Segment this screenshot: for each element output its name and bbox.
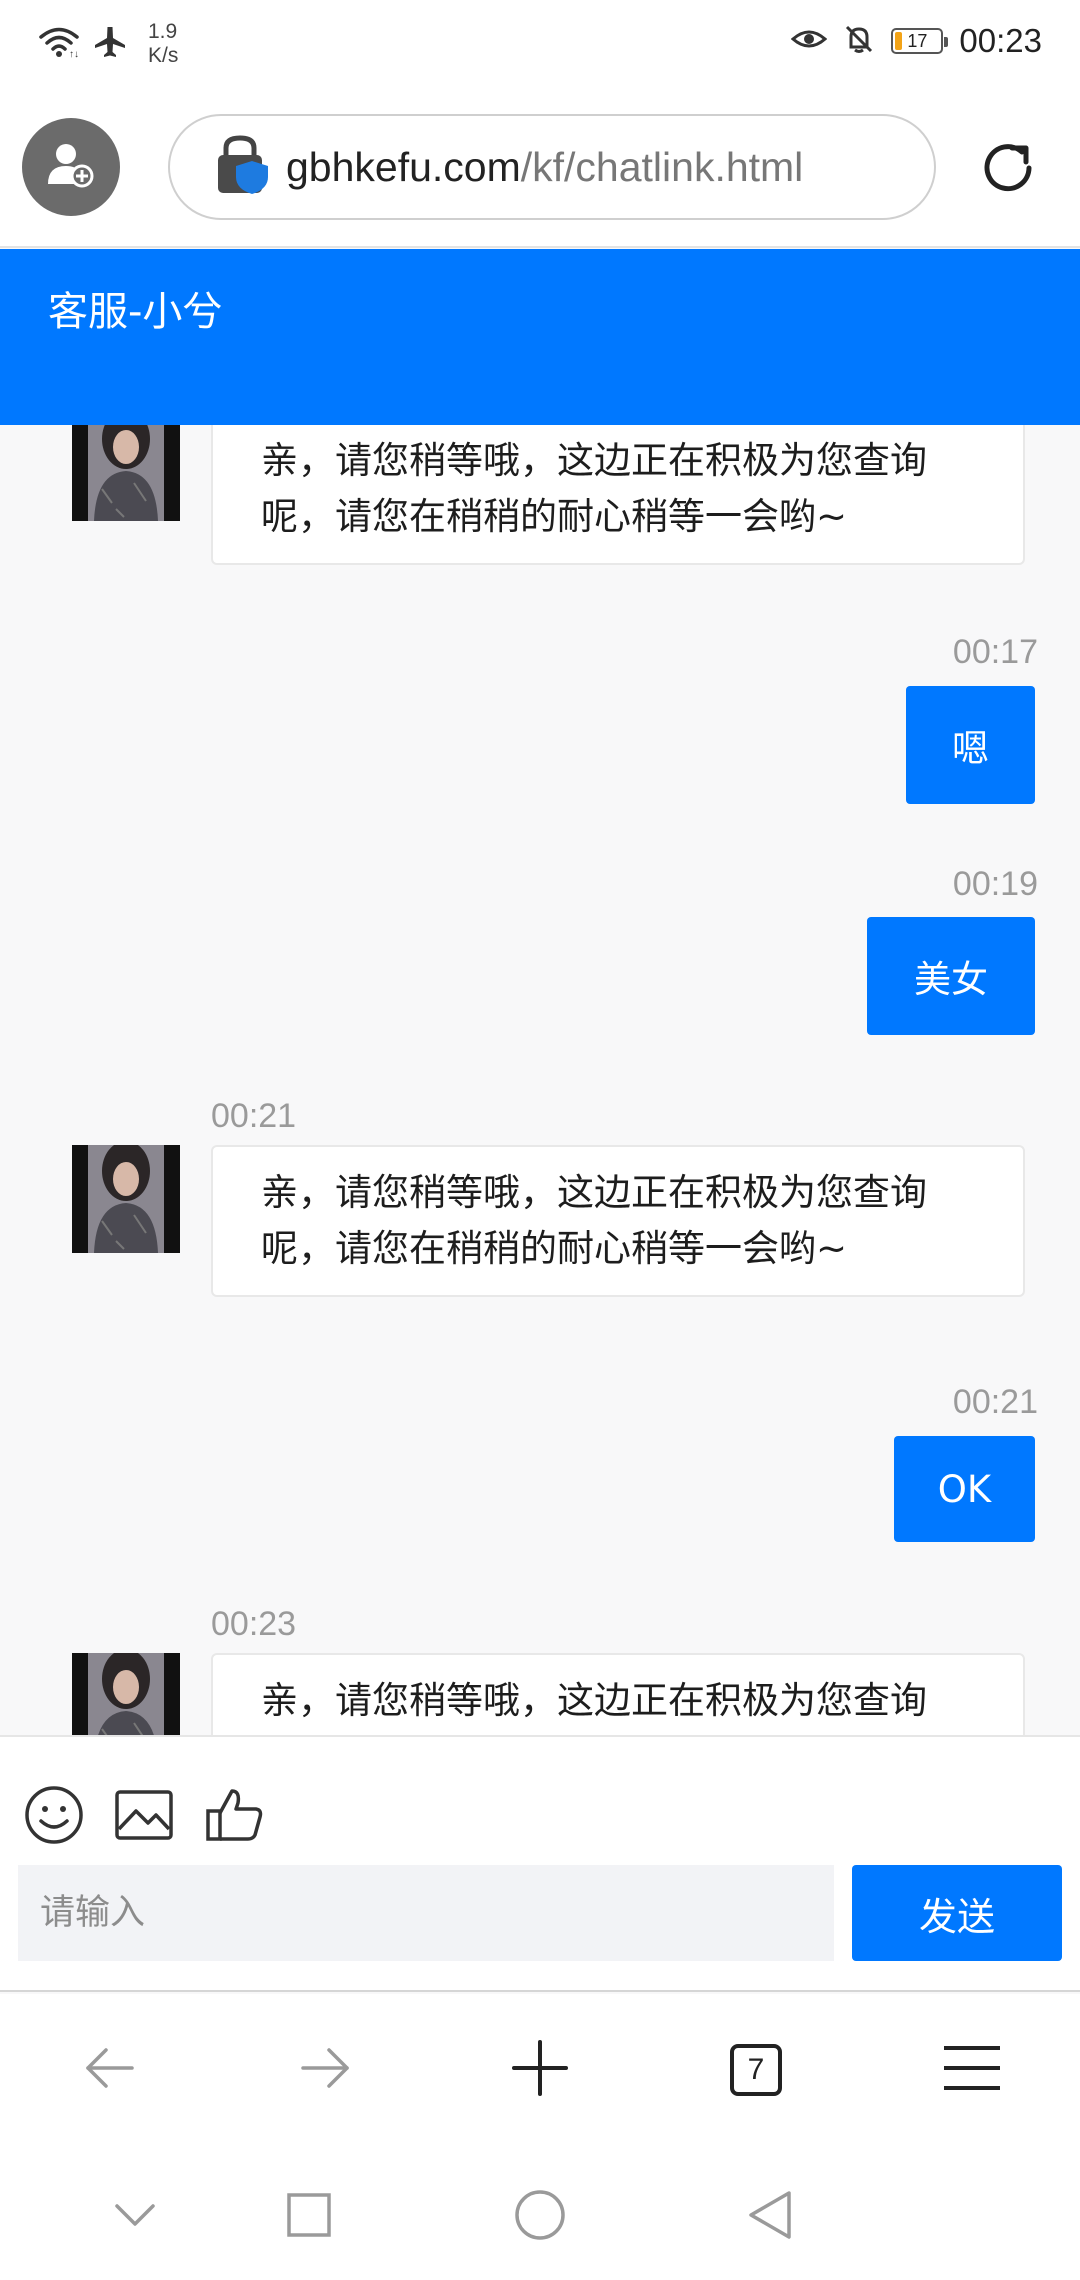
wifi-icon: ↑↓: [38, 26, 80, 62]
browser-toolbar: 7: [0, 1994, 1080, 2150]
user-message-bubble: OK: [894, 1436, 1035, 1542]
recents-square-icon: [286, 2192, 332, 2242]
thumbs-up-button[interactable]: [202, 1783, 266, 1847]
url-text: gbhkefu.com/kf/chatlink.html: [286, 144, 803, 191]
menu-button[interactable]: [932, 2030, 1012, 2110]
agent-avatar[interactable]: [72, 1145, 180, 1253]
message-time: 00:17: [952, 633, 1038, 671]
emoji-button[interactable]: [22, 1783, 86, 1847]
agent-message-bubble: 亲，请您稍等哦，这边正在积极为您查询呢，请您在稍稍的耐心稍等一会哟~: [211, 1145, 1025, 1297]
network-speed-value: 1.9: [148, 20, 178, 43]
profile-add-button[interactable]: [22, 118, 120, 216]
message-time: 00:21: [952, 1383, 1038, 1421]
chat-header: 客服-小兮: [0, 249, 1080, 425]
svg-text:↑↓: ↑↓: [69, 49, 79, 58]
user-message-bubble: 嗯: [906, 686, 1035, 804]
message-composer: 发送: [0, 1735, 1080, 1992]
chat-title: 客服-小兮: [48, 289, 223, 335]
forward-button[interactable]: [285, 2030, 365, 2110]
collapse-chevron-icon: [113, 2200, 157, 2234]
airplane-mode-icon: [92, 24, 128, 64]
emoji-icon: [22, 1786, 86, 1851]
recents-button[interactable]: [274, 2182, 344, 2252]
message-input[interactable]: [18, 1865, 834, 1961]
back-button[interactable]: [70, 2030, 150, 2110]
image-button[interactable]: [112, 1783, 176, 1847]
message-time: 00:21: [211, 1097, 297, 1135]
status-bar-left: ↑↓ 1.9 K/s: [38, 20, 178, 68]
message-time: 00:23: [211, 1605, 297, 1643]
collapse-button[interactable]: [100, 2182, 170, 2252]
tabs-icon: 7: [730, 2044, 782, 2096]
system-navigation-bar: [0, 2150, 1080, 2280]
url-path: /kf/chatlink.html: [520, 143, 804, 190]
url-field[interactable]: gbhkefu.com/kf/chatlink.html: [168, 114, 936, 220]
battery-icon: 17: [891, 28, 949, 54]
message-list[interactable]: 亲，请您稍等哦，这边正在积极为您查询呢，请您在稍稍的耐心稍等一会哟~ 00:17…: [0, 425, 1080, 1735]
refresh-button[interactable]: [976, 136, 1040, 200]
battery-level: 17: [907, 30, 928, 51]
tabs-button[interactable]: 7: [716, 2030, 796, 2110]
system-back-button[interactable]: [735, 2182, 805, 2252]
status-bar: ↑↓ 1.9 K/s 17 00:23: [0, 0, 1080, 92]
browser-address-bar: gbhkefu.com/kf/chatlink.html: [0, 92, 1080, 248]
url-domain: gbhkefu.com: [286, 143, 521, 190]
mute-icon: [843, 23, 875, 59]
refresh-icon: [976, 144, 1040, 204]
tab-count: 7: [747, 2053, 765, 2086]
profile-add-icon: [44, 138, 98, 196]
back-arrow-icon: [82, 2040, 138, 2100]
user-message-bubble: 美女: [867, 917, 1035, 1035]
battery-fill: [895, 32, 903, 50]
thumbs-up-icon: [202, 1789, 266, 1851]
agent-avatar[interactable]: [72, 425, 180, 521]
new-tab-button[interactable]: [500, 2030, 580, 2110]
status-bar-right: 17 00:23: [791, 22, 1042, 60]
home-circle-icon: [514, 2189, 566, 2245]
forward-arrow-icon: [297, 2040, 353, 2100]
network-speed-unit: K/s: [148, 44, 179, 67]
secure-lock-icon: [214, 135, 270, 199]
agent-message-bubble: 亲，请您稍等哦，这边正在积极为您查询: [211, 1653, 1025, 1735]
eye-comfort-icon: [791, 25, 828, 57]
new-tab-plus-icon: [510, 2038, 570, 2102]
back-triangle-icon: [747, 2189, 793, 2245]
agent-message-bubble: 亲，请您稍等哦，这边正在积极为您查询呢，请您在稍稍的耐心稍等一会哟~: [211, 425, 1025, 565]
send-button[interactable]: 发送: [852, 1865, 1062, 1961]
image-icon: [112, 1790, 176, 1851]
menu-icon: [942, 2044, 1002, 2096]
home-button[interactable]: [505, 2182, 575, 2252]
status-time: 00:23: [959, 22, 1042, 59]
agent-avatar[interactable]: [72, 1653, 180, 1735]
network-speed: 1.9 K/s: [148, 20, 178, 68]
message-time: 00:19: [952, 865, 1038, 903]
